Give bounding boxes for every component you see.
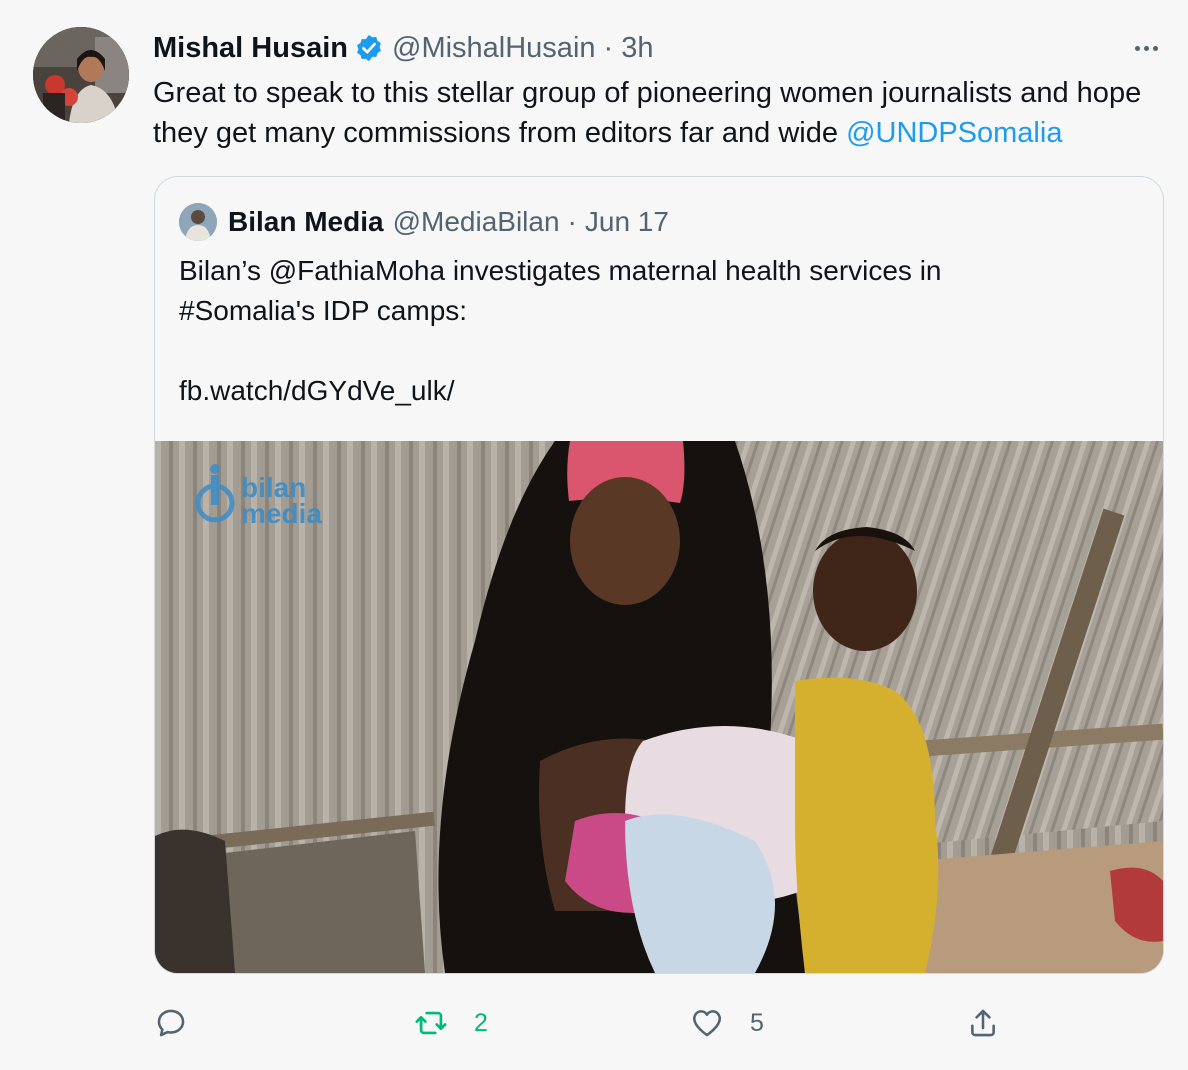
media-logo-text: media [241, 498, 322, 529]
quoted-text-line: #Somalia's IDP camps: [179, 295, 468, 326]
media-photo: bilan media [155, 441, 1163, 973]
like-count: 5 [750, 1008, 764, 1037]
share-button[interactable] [966, 1000, 1000, 1046]
quoted-text-line: Bilan’s @FathiaMoha investigates materna… [179, 255, 942, 286]
more-dot-icon [1143, 45, 1149, 51]
quoted-author-avatar[interactable] [179, 203, 217, 241]
mention-link[interactable]: @UNDPSomalia [846, 117, 1062, 149]
heart-icon [692, 1010, 722, 1037]
action-bar: 2 5 [0, 1000, 1188, 1046]
like-button[interactable]: 5 [690, 1000, 764, 1046]
retweet-count: 2 [474, 1008, 488, 1037]
retweet-button[interactable]: 2 [414, 1000, 488, 1046]
tweet-timestamp[interactable]: 3h [621, 32, 653, 65]
more-dot-icon [1134, 45, 1140, 51]
profile-photo-icon [179, 203, 217, 241]
author-avatar[interactable] [33, 27, 129, 123]
quoted-link: fb.watch/dGYdVe_ulk/ [179, 375, 455, 406]
author-name[interactable]: Mishal Husain [153, 32, 348, 65]
more-options-button[interactable] [1126, 30, 1166, 66]
retweet-icon [415, 1011, 447, 1035]
quoted-tweet[interactable]: Bilan Media @MediaBilan · Jun 17 Bilan’s… [154, 176, 1164, 974]
tweet-text: Great to speak to this stellar group of … [153, 73, 1183, 153]
quoted-tweet-text: Bilan’s @FathiaMoha investigates materna… [179, 251, 1139, 411]
more-dot-icon [1152, 45, 1158, 51]
reply-icon [157, 1009, 185, 1037]
verified-badge-icon [357, 34, 381, 62]
quoted-media-image[interactable]: bilan media [155, 441, 1163, 973]
reply-button[interactable] [154, 1000, 214, 1046]
author-handle[interactable]: @MishalHusain [392, 32, 596, 65]
separator-dot: · [567, 206, 577, 237]
quoted-timestamp: Jun 17 [584, 206, 669, 237]
tweet-header: Mishal Husain @MishalHusain · 3h [153, 30, 653, 66]
quoted-tweet-header: Bilan Media @MediaBilan · Jun 17 [179, 202, 669, 242]
tweet[interactable]: Mishal Husain @MishalHusain · 3h Great t… [0, 0, 1188, 1070]
quoted-author-handle: @MediaBilan [392, 206, 560, 237]
profile-photo-icon [33, 27, 129, 123]
quoted-author-name: Bilan Media [228, 206, 384, 237]
share-icon [971, 1009, 995, 1037]
separator-dot: · [603, 31, 614, 64]
